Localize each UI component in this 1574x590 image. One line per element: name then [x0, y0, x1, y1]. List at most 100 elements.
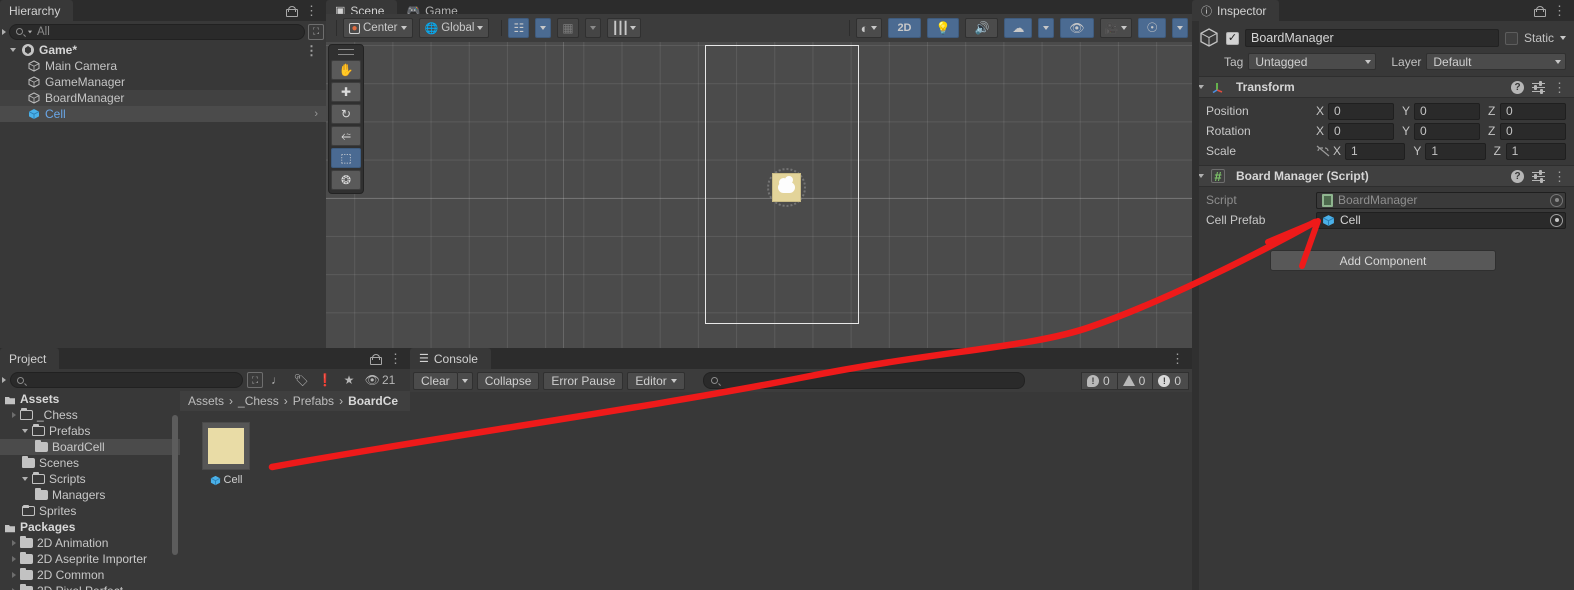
- breadcrumb-chess[interactable]: _Chess: [238, 394, 279, 408]
- static-checkbox[interactable]: [1504, 31, 1518, 45]
- log-count[interactable]: ! 0: [1080, 371, 1118, 390]
- project-tree-item-scripts[interactable]: Scripts: [0, 471, 180, 487]
- gizmos-toggle[interactable]: ☉: [1138, 18, 1166, 38]
- hierarchy-item-game[interactable]: Game*: [0, 42, 326, 58]
- expand-caret-icon[interactable]: [12, 572, 16, 578]
- layout-toggle[interactable]: ┃┃┃: [606, 18, 642, 38]
- visibility-toggle[interactable]: 👁: [1060, 18, 1094, 38]
- project-tree-item-2d-animation[interactable]: 2D Animation: [0, 535, 180, 551]
- audio-toggle[interactable]: 🔊: [965, 18, 999, 38]
- hierarchy-filter-caret-icon[interactable]: [2, 28, 6, 35]
- lock-icon[interactable]: [286, 5, 298, 17]
- clear-dropdown-button[interactable]: [457, 371, 473, 390]
- constrain-proportions-off-icon[interactable]: [1316, 145, 1330, 157]
- pivot-mode-dropdown[interactable]: ● Center: [343, 18, 413, 38]
- hierarchy-menu-icon[interactable]: [305, 6, 318, 15]
- error-pause-button[interactable]: Error Pause: [543, 371, 624, 390]
- favorites-star-icon[interactable]: ★: [339, 371, 359, 389]
- layer-dropdown[interactable]: Default: [1426, 53, 1566, 70]
- handle-space-dropdown[interactable]: 🌐 Global: [418, 18, 490, 38]
- project-search-box[interactable]: [10, 372, 243, 388]
- editor-dropdown-button[interactable]: Editor: [627, 371, 685, 390]
- project-tree-item-2d-common[interactable]: 2D Common: [0, 567, 180, 583]
- static-dropdown-icon[interactable]: [1560, 36, 1566, 40]
- rect-tool-button[interactable]: ⬚: [331, 148, 361, 168]
- project-tree-item-boardcell[interactable]: BoardCell: [0, 439, 180, 455]
- effects-dropdown[interactable]: [1038, 18, 1055, 38]
- help-icon[interactable]: ?: [1511, 169, 1524, 183]
- tab-console[interactable]: ☰ Console: [410, 348, 491, 369]
- scene-canvas[interactable]: ✋ ✚ ↻ ⭉ ⬚ ❂: [326, 42, 1192, 348]
- expand-caret-icon[interactable]: [12, 556, 16, 562]
- effects-toggle[interactable]: ☁: [1004, 18, 1033, 38]
- cell-prefab-object-field[interactable]: Cell: [1316, 211, 1566, 229]
- console-log-list[interactable]: [410, 392, 1192, 590]
- scale-x-input[interactable]: 1: [1345, 142, 1406, 160]
- move-tool-button[interactable]: ✚: [331, 82, 361, 102]
- expand-caret-icon[interactable]: [22, 429, 28, 433]
- project-tree-item-packages[interactable]: Packages: [0, 519, 180, 535]
- preset-icon[interactable]: [1532, 169, 1545, 183]
- palette-drag-handle[interactable]: [338, 49, 354, 55]
- tab-project[interactable]: Project: [0, 348, 60, 369]
- warning-count[interactable]: 0: [1117, 371, 1154, 390]
- position-z-input[interactable]: 0: [1500, 102, 1566, 120]
- project-tree-item-2d-aseprite-importer[interactable]: 2D Aseprite Importer: [0, 551, 180, 567]
- project-filter-caret-icon[interactable]: [2, 377, 6, 383]
- cell-sprite[interactable]: [772, 173, 801, 202]
- project-tree-item-prefabs[interactable]: Prefabs: [0, 423, 180, 439]
- project-tree-item-chess[interactable]: _Chess: [0, 407, 180, 423]
- position-x-input[interactable]: 0: [1328, 102, 1394, 120]
- expand-caret-icon[interactable]: [12, 540, 16, 546]
- scale-z-input[interactable]: 1: [1505, 142, 1566, 160]
- search-dropdown-icon[interactable]: [27, 30, 33, 33]
- component-header-transform[interactable]: Transform ?: [1192, 76, 1574, 98]
- position-y-input[interactable]: 0: [1414, 102, 1480, 120]
- scale-y-input[interactable]: 1: [1425, 142, 1486, 160]
- expand-caret-icon[interactable]: [12, 412, 16, 418]
- lighting-toggle[interactable]: 💡: [926, 18, 960, 38]
- object-picker-icon[interactable]: [1550, 213, 1563, 227]
- chevron-right-icon[interactable]: ›: [314, 108, 318, 120]
- scale-tool-button[interactable]: ⭉: [331, 126, 361, 146]
- search-by-label-icon[interactable]: 🏷: [291, 371, 311, 389]
- gameobject-name-field[interactable]: BoardManager: [1245, 29, 1499, 47]
- object-picker-icon[interactable]: [1550, 193, 1563, 207]
- project-open-window-icon[interactable]: ⛶: [247, 372, 263, 388]
- gizmos-dropdown[interactable]: [1172, 18, 1188, 38]
- project-tree-scrollbar[interactable]: [172, 415, 178, 555]
- component-menu-icon[interactable]: [1553, 172, 1566, 181]
- hierarchy-item-main-camera[interactable]: Main Camera: [0, 58, 326, 74]
- component-header-board-manager[interactable]: # Board Manager (Script) ?: [1192, 165, 1574, 187]
- breadcrumb-prefabs[interactable]: Prefabs: [293, 394, 334, 408]
- lock-icon[interactable]: [370, 353, 382, 365]
- project-tree-item-scenes[interactable]: Scenes: [0, 455, 180, 471]
- tab-hierarchy[interactable]: Hierarchy: [0, 0, 74, 21]
- project-tree-item-managers[interactable]: Managers: [0, 487, 180, 503]
- view-2d-toggle[interactable]: 2D: [888, 18, 921, 38]
- search-by-type-icon[interactable]: ♩: [267, 371, 287, 389]
- hierarchy-search-box[interactable]: [9, 23, 305, 40]
- hierarchy-item-cell[interactable]: Cell ›: [0, 106, 326, 122]
- snap-increment-dropdown[interactable]: [584, 18, 601, 38]
- asset-thumbnail[interactable]: [202, 422, 250, 470]
- hierarchy-item-boardmanager[interactable]: BoardManager: [0, 90, 326, 106]
- console-search-input[interactable]: [721, 374, 1017, 387]
- preset-icon[interactable]: [1532, 80, 1545, 94]
- grid-snap-dropdown[interactable]: [535, 18, 552, 38]
- project-tree-item-assets[interactable]: Assets: [0, 391, 180, 407]
- project-search-input[interactable]: [28, 374, 236, 386]
- grid-snap-toggle[interactable]: ☷: [508, 18, 530, 38]
- component-menu-icon[interactable]: [1553, 83, 1566, 92]
- shading-mode-dropdown[interactable]: ◐: [855, 18, 883, 38]
- rotation-z-input[interactable]: 0: [1500, 122, 1566, 140]
- help-icon[interactable]: ?: [1511, 80, 1524, 94]
- tab-inspector[interactable]: ⓘ Inspector: [1192, 0, 1280, 21]
- add-component-button[interactable]: Add Component: [1270, 250, 1496, 271]
- snap-increment-toggle[interactable]: ▦: [557, 18, 579, 38]
- hand-tool-button[interactable]: ✋: [331, 60, 361, 80]
- breadcrumb-boardcell[interactable]: BoardCe: [348, 394, 398, 408]
- expand-caret-icon[interactable]: [22, 477, 28, 481]
- project-tree-item-sprites[interactable]: Sprites: [0, 503, 180, 519]
- rotation-x-input[interactable]: 0: [1328, 122, 1394, 140]
